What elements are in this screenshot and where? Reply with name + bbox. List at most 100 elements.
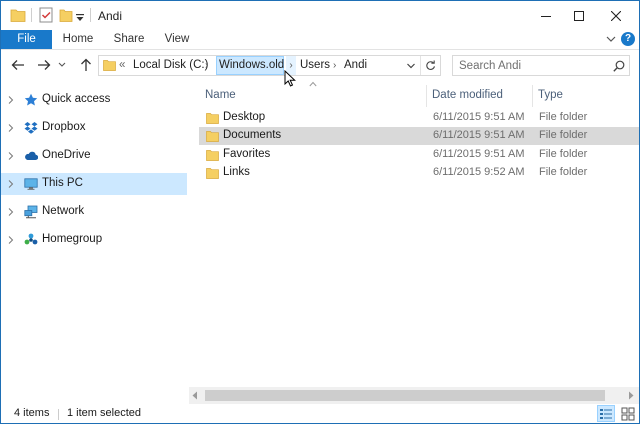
file-row[interactable]: Favorites 6/11/2015 9:51 AM File folder xyxy=(199,146,639,164)
address-bar[interactable]: « Local Disk (C:) › Windows.old › Users … xyxy=(98,55,441,76)
network-icon xyxy=(24,205,38,219)
sidebar-item-label: Network xyxy=(42,205,85,217)
file-type: File folder xyxy=(539,129,588,141)
scroll-right-icon[interactable] xyxy=(627,391,635,400)
sidebar-item-label: This PC xyxy=(42,177,83,189)
file-row[interactable]: Desktop 6/11/2015 9:51 AM File folder xyxy=(199,109,639,127)
recent-locations-button[interactable] xyxy=(57,56,67,74)
status-bar: 4 items 1 item selected xyxy=(1,404,639,423)
toolbar-separator xyxy=(90,8,91,22)
star-icon xyxy=(24,93,38,106)
toolbar-separator xyxy=(31,8,32,22)
file-list: Name Date modified Type Desktop 6/11/201… xyxy=(189,81,639,387)
breadcrumb-separator[interactable]: › xyxy=(286,56,296,75)
breadcrumb-windows-old[interactable]: Windows.old xyxy=(216,56,284,75)
horizontal-scrollbar[interactable] xyxy=(189,387,639,404)
file-date-modified: 6/11/2015 9:52 AM xyxy=(433,166,525,178)
folder-icon xyxy=(206,150,219,161)
refresh-icon xyxy=(426,60,435,70)
refresh-button[interactable] xyxy=(420,56,440,75)
scrollbar-thumb[interactable] xyxy=(205,390,605,401)
breadcrumb-separator[interactable]: › xyxy=(205,56,208,75)
folder-icon xyxy=(206,113,219,124)
column-divider[interactable] xyxy=(426,85,427,107)
file-name: Desktop xyxy=(223,111,266,123)
help-button[interactable]: ? xyxy=(621,32,635,46)
sidebar-item-network[interactable]: Network xyxy=(1,201,187,223)
navigation-bar: « Local Disk (C:) › Windows.old › Users … xyxy=(1,50,639,81)
search-input[interactable] xyxy=(459,58,609,73)
file-type: File folder xyxy=(539,148,588,160)
cloud-icon xyxy=(25,151,38,161)
breadcrumb-local-disk[interactable]: Local Disk (C:) xyxy=(133,56,208,75)
window-title: Andi xyxy=(98,9,123,23)
large-icons-view-icon xyxy=(621,407,635,421)
homegroup-icon xyxy=(24,233,38,245)
chevron-right-icon[interactable] xyxy=(8,124,14,132)
chevron-right-icon[interactable] xyxy=(8,236,14,244)
sidebar-item-label: OneDrive xyxy=(42,149,91,161)
chevron-down-icon[interactable] xyxy=(406,62,416,70)
column-header-type[interactable]: Type xyxy=(538,84,563,106)
tab-share[interactable]: Share xyxy=(109,30,149,49)
folder-icon xyxy=(103,60,116,71)
sidebar-item-label: Quick access xyxy=(42,93,111,105)
tab-home[interactable]: Home xyxy=(59,30,97,49)
minimize-icon xyxy=(541,15,551,17)
file-name: Favorites xyxy=(223,148,271,160)
breadcrumb-separator[interactable]: › xyxy=(333,56,336,75)
sidebar-item-label: Homegroup xyxy=(42,233,103,245)
sidebar-item-this-pc[interactable]: This PC xyxy=(1,173,187,195)
properties-icon[interactable] xyxy=(39,7,53,23)
sidebar-item-onedrive[interactable]: OneDrive xyxy=(1,145,187,167)
breadcrumb-andi[interactable]: Andi xyxy=(344,56,367,75)
sidebar-item-dropbox[interactable]: Dropbox xyxy=(1,117,187,139)
tab-view[interactable]: View xyxy=(159,30,195,49)
file-type: File folder xyxy=(539,166,588,178)
chevron-right-icon[interactable] xyxy=(8,180,14,188)
folder-icon xyxy=(206,168,219,179)
file-type: File folder xyxy=(539,111,588,123)
file-date-modified: 6/11/2015 9:51 AM xyxy=(433,148,525,160)
large-icons-view-button[interactable] xyxy=(619,405,637,422)
search-icon[interactable] xyxy=(613,60,625,72)
breadcrumb-users[interactable]: Users xyxy=(300,56,330,75)
customize-toolbar-icon[interactable] xyxy=(75,10,85,26)
arrow-left-icon xyxy=(11,60,24,70)
breadcrumb-overflow[interactable]: « xyxy=(119,56,125,75)
chevron-right-icon[interactable] xyxy=(8,208,14,216)
chevron-right-icon[interactable] xyxy=(8,96,14,104)
search-box[interactable] xyxy=(452,55,630,76)
forward-button[interactable] xyxy=(35,56,53,74)
arrow-up-icon xyxy=(81,58,91,71)
close-icon xyxy=(611,10,621,21)
dropbox-icon xyxy=(24,122,38,134)
back-button[interactable] xyxy=(9,56,27,74)
ribbon-tabs: File Home Share View ? xyxy=(1,30,639,50)
file-name: Documents xyxy=(223,129,282,141)
folder-icon xyxy=(10,9,26,22)
up-button[interactable] xyxy=(77,56,95,74)
close-button[interactable] xyxy=(593,1,639,30)
sort-ascending-icon xyxy=(309,81,317,87)
selection-count: 1 item selected xyxy=(67,407,141,419)
sidebar-item-label: Dropbox xyxy=(42,121,86,133)
chevron-down-icon[interactable] xyxy=(605,33,617,45)
tab-file[interactable]: File xyxy=(1,30,52,49)
file-row[interactable]: Links 6/11/2015 9:52 AM File folder xyxy=(199,164,639,182)
maximize-icon xyxy=(574,10,584,21)
new-folder-icon[interactable] xyxy=(59,7,73,23)
details-view-button[interactable] xyxy=(597,405,615,422)
sidebar-item-quick-access[interactable]: Quick access xyxy=(1,89,187,111)
column-divider[interactable] xyxy=(532,85,533,107)
item-count: 4 items xyxy=(14,407,50,419)
column-header-date-modified[interactable]: Date modified xyxy=(432,84,503,106)
scroll-left-icon[interactable] xyxy=(191,391,199,400)
file-row[interactable]: Documents 6/11/2015 9:51 AM File folder xyxy=(199,127,639,145)
title-bar: Andi xyxy=(1,1,639,30)
status-separator xyxy=(58,409,59,420)
sidebar-item-homegroup[interactable]: Homegroup xyxy=(1,229,187,251)
chevron-down-icon xyxy=(58,62,66,67)
column-header-name[interactable]: Name xyxy=(205,84,236,106)
chevron-right-icon[interactable] xyxy=(8,152,14,160)
